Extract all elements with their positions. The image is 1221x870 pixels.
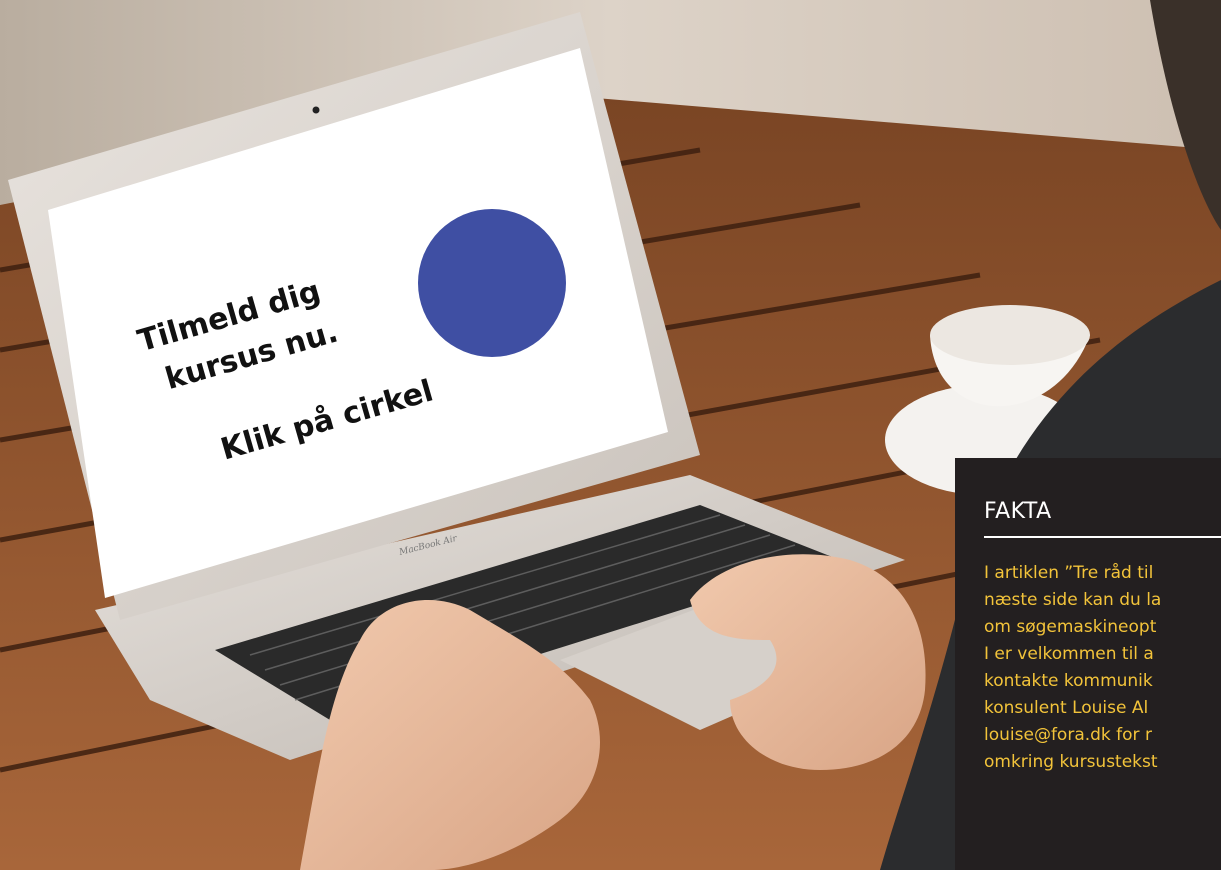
fakta-line: I artiklen ”Tre råd til [984,563,1154,583]
fakta-line: I er velkommen til a [984,644,1154,664]
fakta-title: FAKTA [984,499,1052,524]
fakta-box: FAKTA I artiklen ”Tre råd til næste side … [955,458,1221,870]
fakta-line: louise@fora.dk for r [984,725,1152,745]
fakta-divider [984,536,1221,538]
coffee-cup-rim [930,305,1090,365]
fakta-body: I artiklen ”Tre råd til næste side kan du… [984,560,1221,776]
fakta-line: kontakte kommunik [984,671,1153,691]
blue-circle-button[interactable] [418,209,566,357]
fakta-line: næste side kan du la [984,590,1162,610]
webcam [312,106,320,114]
fakta-line: omkring kursustekst [984,752,1158,772]
fakta-line: konsulent Louise Al [984,698,1149,718]
fakta-line: om søgemaskineopt [984,617,1157,637]
